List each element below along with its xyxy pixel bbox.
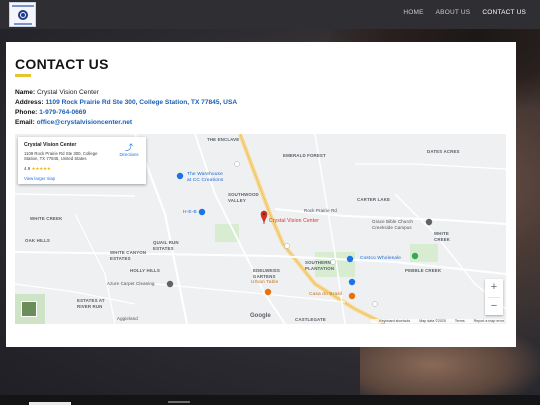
rating-value: 4.9 — [24, 166, 31, 171]
map-label-aggieland: Aggieland — [117, 316, 138, 321]
poi-icon — [198, 208, 206, 216]
logo-tagline-line — [14, 23, 32, 25]
map-label-the-warehouse: The Warehouse — [187, 172, 223, 177]
map-label-creekside-campus: Creekside Campus — [372, 225, 412, 230]
zoom-out-button[interactable]: − — [485, 298, 503, 316]
food-icon — [348, 292, 356, 300]
location-pin-dot — [262, 212, 266, 216]
logo-text-line — [12, 5, 34, 7]
street-view-thumbnail[interactable] — [21, 301, 37, 317]
map-data-text: Map data ©2025 — [419, 319, 446, 323]
map-label-grace-bible: Grace Bible Church — [372, 219, 414, 224]
map-label-rock-prairie: Rock Prairie Rd — [304, 208, 337, 213]
map-attribution: Keyboard shortcuts Map data ©2025 Terms … — [371, 319, 504, 323]
map-label-southwood: SOUTHWOOD — [228, 192, 259, 197]
title-underline — [15, 74, 31, 77]
footer-text — [168, 401, 190, 403]
map-label-southern: SOUTHERN — [305, 260, 331, 265]
map-label-white-canyon-estates: ESTATES — [110, 256, 131, 261]
phone-label: Phone: — [15, 109, 38, 116]
footer — [0, 395, 540, 405]
google-logo: Google — [250, 313, 271, 319]
map-label-casa-do-brasil: Casa do Brasil — [309, 292, 343, 297]
poi-icon — [411, 252, 419, 260]
map-label-white-creek: WHITE CREEK — [30, 216, 63, 221]
phone-link[interactable]: 1-979-764-0669 — [39, 109, 86, 116]
map-label-costco: Costco Wholesale — [360, 256, 402, 261]
logo-pupil — [21, 13, 25, 17]
map-label-edelweiss: EDELWEISS — [253, 268, 280, 273]
map-label-cc-creations: at CC Creations — [187, 178, 224, 183]
map-label-white: WHITE — [434, 231, 449, 236]
map-label-quail-estates: ESTATES — [153, 246, 174, 251]
highway-shield-icon — [284, 243, 290, 249]
nav-home[interactable]: HOME — [403, 9, 423, 16]
poi-icon — [166, 280, 174, 288]
report-map-error-link[interactable]: Report a map error — [474, 319, 504, 323]
map-label-gartens: GARTENS — [253, 274, 276, 279]
map-label-pebble-creek: PEBBLE CREEK — [405, 268, 442, 273]
map-label-castlegate: CASTLEGATE — [295, 317, 326, 322]
email-label: Email: — [15, 119, 35, 126]
map-label-holly-hills: HOLLY HILLS — [130, 268, 160, 273]
keyboard-shortcuts-link[interactable]: Keyboard shortcuts — [379, 319, 410, 323]
contact-address-row: Address: 1109 Rock Prairie Rd Ste 300, C… — [15, 99, 237, 106]
map-label-heb-north: H-E-B — [183, 210, 197, 215]
place-address: 1109 Rock Prairie Rd Ste 300, College St… — [24, 151, 98, 161]
map-label-the-enclave: THE ENCLAVE — [207, 137, 240, 142]
map-label-white-canyon: WHITE CANYON — [110, 250, 147, 255]
contact-card: CONTACT US Name: Crystal Vision Center A… — [6, 42, 516, 347]
highway-shield-icon — [234, 161, 240, 167]
map-label-emerald-forest: EMERALD FOREST — [283, 153, 326, 158]
directions-button[interactable]: ⤴ Directions — [114, 143, 144, 157]
place-rating: 4.9 ★★★★★ — [24, 166, 51, 172]
place-info-card: Crystal Vision Center 1109 Rock Prairie … — [18, 137, 146, 184]
name-label: Name: — [15, 89, 36, 96]
directions-label: Directions — [119, 152, 139, 157]
view-larger-map-link[interactable]: View larger map — [24, 176, 55, 181]
poi-icon — [346, 255, 354, 263]
page-title: CONTACT US — [15, 56, 109, 72]
map-label-carter-lake: CARTER LAKE — [357, 197, 391, 202]
map-label-estates-at: ESTATES AT — [77, 298, 105, 303]
address-label: Address: — [15, 99, 44, 106]
terms-link[interactable]: Terms — [455, 319, 465, 323]
map-label-valley: VALLEY — [228, 198, 246, 203]
map-label-oak-hills: OAK HILLS — [25, 238, 51, 243]
map-label-river-run: RIVER RUN — [77, 304, 103, 309]
name-value: Crystal Vision Center — [37, 89, 99, 96]
poi-icon — [176, 172, 184, 180]
highway-shield-icon — [372, 301, 378, 307]
top-navigation-bar: HOME ABOUT US CONTACT US — [0, 0, 540, 29]
place-name: Crystal Vision Center — [24, 142, 77, 148]
site-logo[interactable] — [9, 2, 36, 27]
highway-shield-icon — [330, 259, 336, 265]
zoom-in-button[interactable]: + — [485, 279, 503, 297]
map-label-urban-table: Urban Table — [251, 280, 279, 285]
directions-icon: ⤴ — [125, 143, 133, 152]
map-zoom-controls: + − — [485, 279, 503, 315]
map-label-azure: Azure Carpet Cleaning — [107, 281, 155, 286]
main-nav: HOME ABOUT US CONTACT US — [403, 9, 526, 16]
map-label-plantation: PLANTATION — [305, 266, 335, 271]
embedded-map[interactable]: THE ENCLAVE EMERALD FOREST DATES ACRES T… — [15, 134, 506, 324]
email-link[interactable]: office@crystalvisioncenter.net — [37, 119, 132, 126]
nav-about-us[interactable]: ABOUT US — [436, 9, 471, 16]
poi-icon — [425, 218, 433, 226]
map-label-quail-run: QUAIL RUN — [153, 240, 179, 245]
address-link[interactable]: 1109 Rock Prairie Rd Ste 300, College St… — [45, 99, 237, 106]
contact-email-row: Email: office@crystalvisioncenter.net — [15, 119, 132, 126]
map-label-creek: CREEK — [434, 237, 451, 242]
star-rating-icon: ★★★★★ — [31, 166, 51, 171]
map-pin-label[interactable]: Crystal Vision Center — [269, 218, 319, 224]
food-icon — [264, 288, 272, 296]
contact-name-row: Name: Crystal Vision Center — [15, 89, 99, 96]
nav-contact-us[interactable]: CONTACT US — [482, 9, 526, 16]
poi-icon — [348, 278, 356, 286]
map-label-dates-acres: DATES ACRES — [427, 149, 460, 154]
contact-phone-row: Phone: 1-979-764-0669 — [15, 109, 86, 116]
